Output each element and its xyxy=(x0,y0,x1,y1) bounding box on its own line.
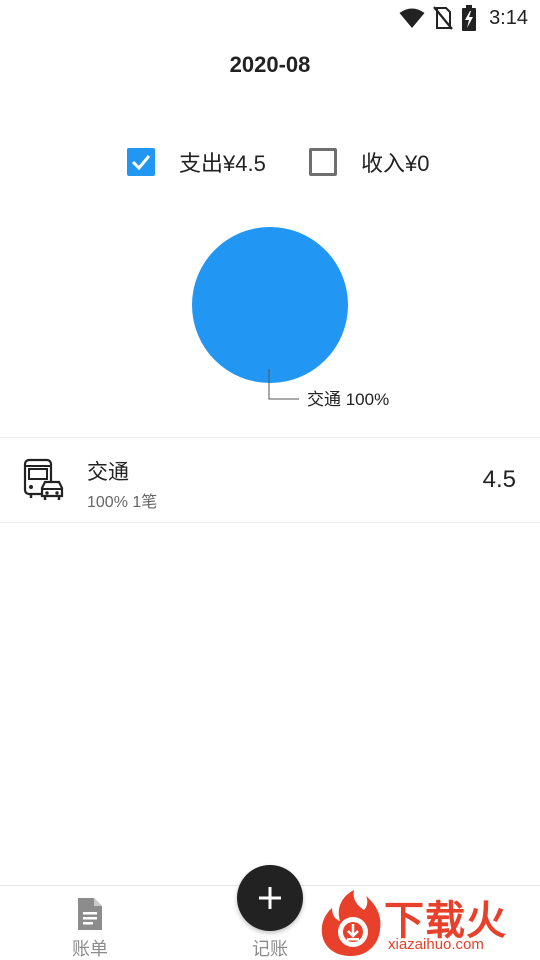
watermark: 下载火 xiazaihuo.com xyxy=(318,888,540,958)
type-toggle-row: 支出¥4.5 收入¥0 xyxy=(0,146,540,178)
nav-bills-label: 账单 xyxy=(72,939,108,959)
income-label: 收入¥0 xyxy=(361,151,430,176)
category-meta: 100% 1笔 xyxy=(87,494,158,511)
no-sim-icon xyxy=(433,6,453,30)
pie-slice-label: 交通 100% xyxy=(307,390,389,409)
watermark-url: xiazaihuo.com xyxy=(388,936,484,953)
divider xyxy=(0,522,540,523)
add-record-button[interactable] xyxy=(237,865,303,931)
bus-car-icon xyxy=(23,458,64,500)
category-amount: 4.5 xyxy=(482,466,516,493)
checkmark-icon xyxy=(131,155,151,171)
income-toggle[interactable]: 收入¥0 xyxy=(309,146,429,178)
month-title[interactable]: 2020-08 xyxy=(0,52,540,78)
expense-checkbox[interactable] xyxy=(127,148,155,176)
document-icon xyxy=(78,898,102,930)
status-bar: 3:14 xyxy=(0,0,540,36)
pie-chart[interactable]: 交通 100% xyxy=(0,215,540,425)
category-row[interactable]: 交通 100% 1笔 4.5 xyxy=(0,438,540,522)
battery-charging-icon xyxy=(462,5,477,31)
wifi-icon xyxy=(399,8,425,28)
status-time: 3:14 xyxy=(489,6,528,29)
income-checkbox[interactable] xyxy=(309,148,337,176)
expense-label: 支出¥4.5 xyxy=(179,151,266,176)
category-name: 交通 xyxy=(87,461,129,484)
flame-logo-icon xyxy=(321,890,381,956)
status-icons: 3:14 xyxy=(399,5,528,31)
pie-slice[interactable] xyxy=(192,227,348,383)
pie-chart-area: 交通 100% xyxy=(0,215,540,425)
plus-icon xyxy=(259,887,281,909)
nav-bills[interactable]: 账单 xyxy=(0,886,180,960)
expense-toggle[interactable]: 支出¥4.5 xyxy=(127,146,266,178)
